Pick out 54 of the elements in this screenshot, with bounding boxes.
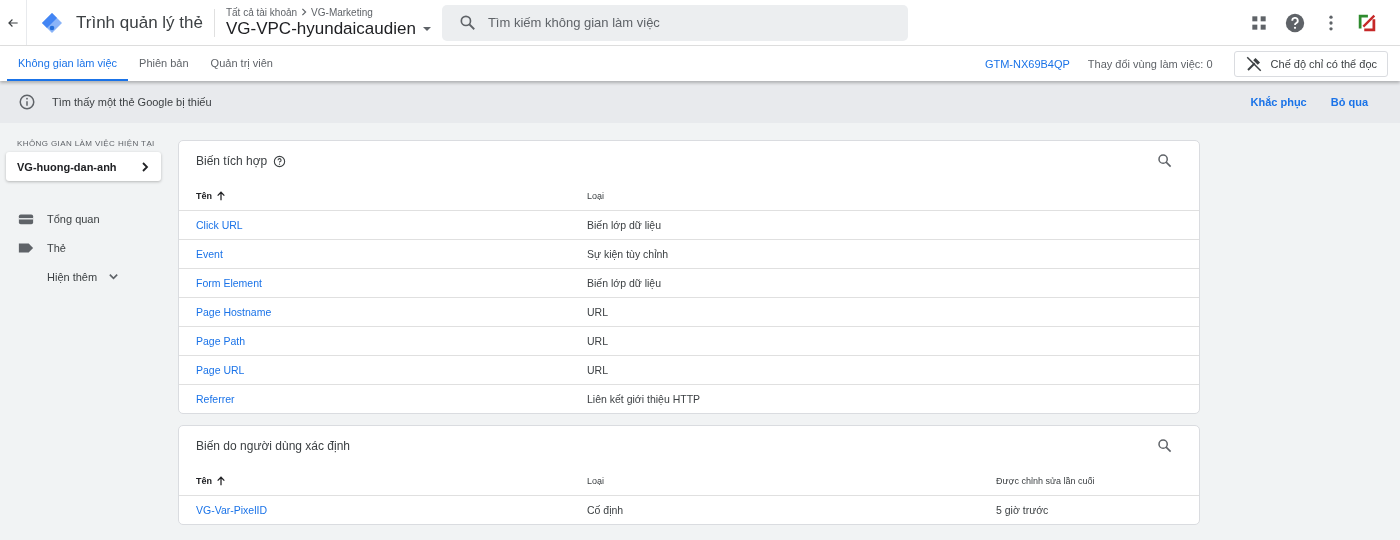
banner-action-button[interactable]: Bỏ qua <box>1322 92 1376 112</box>
app-title: Trình quản lý thẻ <box>76 12 203 33</box>
sort-arrow-up-icon <box>216 475 226 486</box>
section-label: KHÔNG GIAN LÀM VIỆC HIỆN TẠI <box>17 139 156 148</box>
column-header[interactable]: Tên <box>196 190 226 201</box>
column-header: Loại <box>587 190 604 201</box>
table-cell: Sự kiện tùy chỉnh <box>587 248 669 260</box>
chevron-right-icon <box>140 161 150 172</box>
help-outline-icon[interactable] <box>273 154 287 168</box>
variable-link[interactable]: VG-Var-PixelID <box>196 504 267 516</box>
table-cell: URL <box>587 335 608 347</box>
column-header: Được chỉnh sửa lần cuối <box>996 475 1095 486</box>
table-cell: 5 giờ trước <box>996 504 1049 516</box>
chevron-down-icon <box>108 271 120 282</box>
variable-link[interactable]: Page Path <box>196 335 246 347</box>
search-field[interactable]: Tìm kiếm không gian làm việc <box>441 4 908 41</box>
tab[interactable]: Quản trị viên <box>199 46 284 81</box>
column-header[interactable]: Tên <box>196 475 226 486</box>
variable-link[interactable]: Event <box>196 248 223 260</box>
table-cell: URL <box>587 306 608 318</box>
nav-item[interactable]: Thẻ <box>0 233 158 262</box>
workspace-changes: Thay đổi vùng làm việc: 0 <box>1087 57 1213 70</box>
variable-link[interactable]: Referrer <box>196 393 235 405</box>
search-icon[interactable] <box>1156 152 1174 170</box>
table-cell: Liên kết giới thiệu HTTP <box>587 393 701 405</box>
container-id-link[interactable]: GTM-NX69B4QP <box>984 57 1070 70</box>
card-title: Biến tích hợp <box>196 154 268 168</box>
variable-link[interactable]: Page Hostname <box>196 306 272 318</box>
breadcrumb-link[interactable]: VG-Marketing <box>311 6 373 18</box>
variable-link[interactable]: Page URL <box>196 364 245 376</box>
read-only-mode-button[interactable]: Chế độ chỉ có thể đọc <box>1233 50 1388 77</box>
variable-link[interactable]: Click URL <box>196 219 243 231</box>
chevron-right-icon <box>300 8 309 16</box>
table-cell: Cố định <box>587 504 624 516</box>
edit-off-icon <box>1244 54 1263 73</box>
table-cell: Biến lớp dữ liệu <box>587 219 662 231</box>
diamond-logo-icon <box>40 10 64 35</box>
help-icon[interactable] <box>1284 11 1306 34</box>
search-icon[interactable] <box>1156 437 1174 455</box>
sort-arrow-up-icon <box>216 190 226 201</box>
container-selector[interactable]: VG-VPC-hyundaicaudien <box>225 18 432 39</box>
nav-item[interactable]: Hiện thêm <box>0 262 158 291</box>
breadcrumb-link[interactable]: Tất cả tài khoản <box>225 6 298 18</box>
banner-message: Tìm thấy một thẻ Google bị thiếu <box>52 96 212 108</box>
tab[interactable]: Phiên bản <box>128 46 200 81</box>
card-title: Biến do người dùng xác định <box>196 439 350 453</box>
column-header: Loại <box>587 475 604 486</box>
table-cell: Biến lớp dữ liệu <box>587 277 662 289</box>
info-icon <box>18 93 36 111</box>
banner-action-button[interactable]: Khắc phục <box>1242 92 1315 112</box>
table-cell: URL <box>587 364 608 376</box>
nav-item[interactable]: Tổng quan <box>0 204 158 233</box>
workspace-selector[interactable]: VG-huong-dan-anh <box>6 152 161 181</box>
variable-link[interactable]: Form Element <box>196 277 262 289</box>
